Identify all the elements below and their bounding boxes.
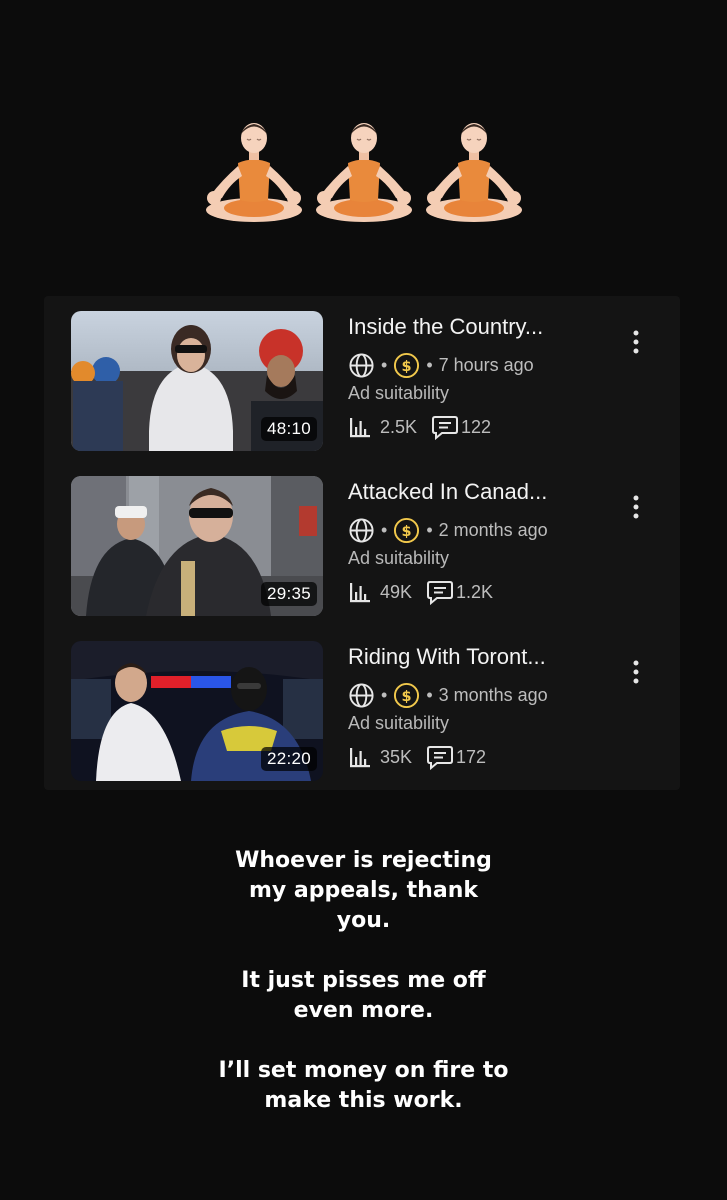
views-bar-chart-icon [350, 418, 370, 438]
video-title[interactable]: Riding With Toront... [348, 643, 608, 671]
video-stats-row: 35K 172 [348, 744, 608, 770]
video-views: 35K [380, 746, 413, 767]
video-title[interactable]: Attacked In Canad... [348, 478, 608, 506]
ad-suitability-label: Ad suitability [348, 383, 450, 403]
video-info-row: • $ • 3 months ago [348, 681, 608, 709]
comment-icon [432, 416, 459, 440]
video-views: 2.5K [380, 416, 418, 437]
separator-dot: • [381, 354, 388, 375]
video-stats-row: 2.5K 122 [348, 414, 608, 440]
views-bar-chart-icon [350, 748, 370, 768]
video-comments: 172 [456, 746, 487, 767]
caption-paragraph: It just pisses me off even more. [241, 968, 486, 1023]
ad-suitability-label: Ad suitability [348, 548, 450, 568]
separator-dot: • [426, 519, 433, 540]
lotus-person-emoji [315, 123, 412, 222]
story-caption: Whoever is rejecting my appeals, thank y… [0, 846, 727, 1146]
video-thumbnail[interactable]: 48:10 [71, 311, 323, 451]
video-age: 7 hours ago [438, 354, 534, 375]
video-meta: Riding With Toront... • $ • 3 months ago… [348, 641, 608, 770]
video-stats-row: 49K 1.2K [348, 579, 608, 605]
video-comments: 1.2K [456, 581, 494, 602]
video-age: 3 months ago [438, 684, 548, 705]
video-duration: 29:35 [260, 582, 317, 606]
svg-text:$: $ [402, 523, 412, 539]
ad-suitability-label: Ad suitability [348, 713, 450, 733]
separator-dot: • [426, 684, 433, 705]
comment-icon [427, 746, 454, 770]
video-duration: 48:10 [260, 417, 317, 441]
separator-dot: • [381, 684, 388, 705]
separator-dot: • [381, 519, 388, 540]
svg-text:$: $ [402, 688, 412, 704]
globe-icon [349, 352, 374, 378]
more-options-icon[interactable] [629, 659, 643, 687]
video-views: 49K [380, 581, 413, 602]
caption-paragraph: Whoever is rejecting my appeals, thank y… [235, 848, 492, 933]
more-options-icon[interactable] [629, 494, 643, 522]
video-item[interactable]: 22:20 Riding With Toront... • $ • 3 mont… [71, 641, 680, 781]
svg-text:$: $ [402, 358, 412, 374]
more-options-icon[interactable] [629, 329, 643, 357]
video-item[interactable]: 48:10 Inside the Country... • $ • 7 hour… [71, 311, 680, 451]
video-info-row: • $ • 7 hours ago [348, 351, 608, 379]
video-duration: 22:20 [260, 747, 317, 771]
video-thumbnail[interactable]: 29:35 [71, 476, 323, 616]
globe-icon [349, 682, 374, 708]
video-thumbnail[interactable]: 22:20 [71, 641, 323, 781]
video-age: 2 months ago [438, 519, 548, 540]
video-item[interactable]: 29:35 Attacked In Canad... • $ • 2 month… [71, 476, 680, 616]
views-bar-chart-icon [350, 583, 370, 603]
video-meta: Attacked In Canad... • $ • 2 months ago … [348, 476, 608, 605]
monetization-dollar-icon[interactable]: $ [393, 352, 420, 379]
lotus-person-emoji [425, 123, 522, 222]
lotus-person-emoji [205, 123, 302, 222]
video-title[interactable]: Inside the Country... [348, 313, 608, 341]
monetization-dollar-icon[interactable]: $ [393, 517, 420, 544]
emoji-row [0, 118, 727, 226]
comment-icon [427, 581, 454, 605]
video-meta: Inside the Country... • $ • 7 hours ago … [348, 311, 608, 440]
caption-paragraph: I’ll set money on fire to make this work… [218, 1058, 509, 1113]
video-comments: 122 [461, 416, 492, 437]
separator-dot: • [426, 354, 433, 375]
globe-icon [349, 517, 374, 543]
video-info-row: • $ • 2 months ago [348, 516, 608, 544]
monetization-dollar-icon[interactable]: $ [393, 682, 420, 709]
